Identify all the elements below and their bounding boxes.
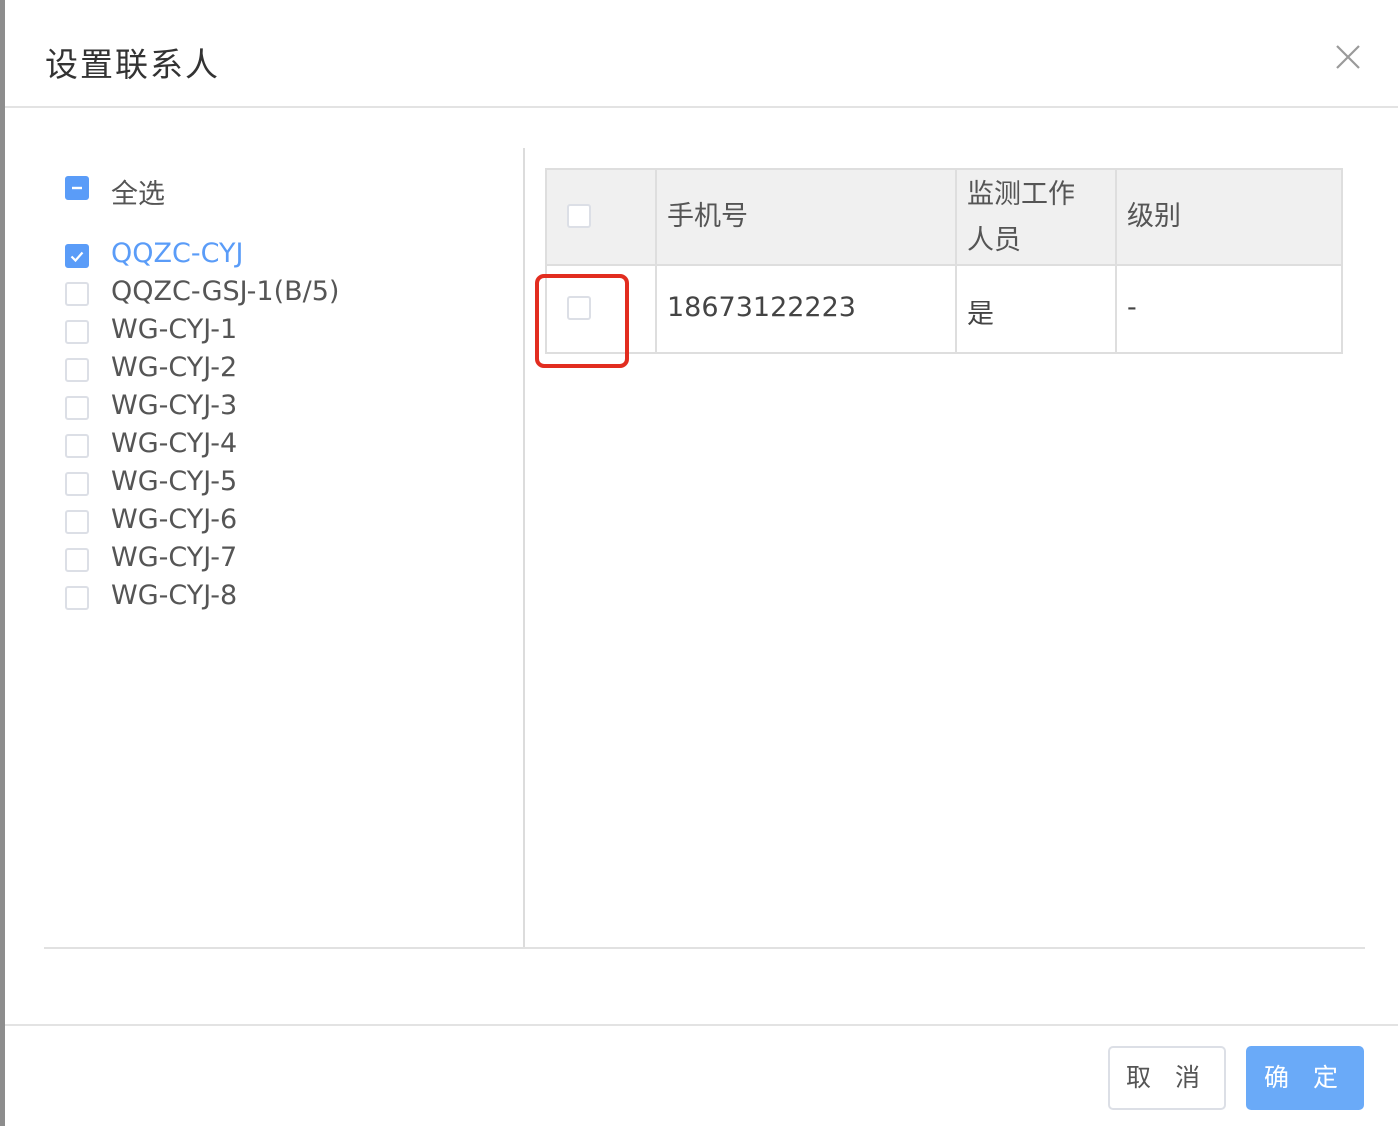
station-checkbox[interactable] — [65, 396, 89, 420]
station-label[interactable]: WG-CYJ-1 — [111, 314, 237, 345]
footer-divider — [5, 1024, 1398, 1026]
station-label[interactable]: WG-CYJ-8 — [111, 580, 237, 611]
minus-icon — [72, 186, 82, 190]
station-checkbox[interactable] — [65, 548, 89, 572]
station-label[interactable]: WG-CYJ-2 — [111, 352, 237, 383]
station-label[interactable]: WG-CYJ-7 — [111, 542, 237, 573]
station-checkbox[interactable] — [65, 320, 89, 344]
station-checkbox[interactable] — [65, 434, 89, 458]
check-icon — [70, 251, 84, 263]
contacts-table: 手机号 监测工作 人员 级别 18673122223 是 - — [545, 168, 1343, 354]
content-divider — [44, 947, 1365, 949]
station-checkbox[interactable] — [65, 244, 89, 268]
close-icon[interactable] — [1331, 40, 1365, 74]
contacts-panel: 手机号 监测工作 人员 级别 18673122223 是 - — [525, 148, 1365, 948]
station-checkbox[interactable] — [65, 510, 89, 534]
station-list-panel: 全选 QQZC-CYJ QQZC-GSJ-1(B/5) WG-CYJ-1 WG-… — [5, 148, 525, 948]
station-label[interactable]: WG-CYJ-3 — [111, 390, 237, 421]
column-divider — [955, 170, 957, 352]
column-divider — [1341, 170, 1343, 352]
column-header-monitor-line1: 监测工作 — [967, 179, 1075, 210]
column-divider — [1115, 170, 1117, 352]
station-checkbox[interactable] — [65, 282, 89, 306]
station-label[interactable]: QQZC-GSJ-1(B/5) — [111, 276, 339, 307]
header-select-all-checkbox[interactable] — [567, 204, 591, 228]
column-header-phone: 手机号 — [667, 201, 748, 232]
highlight-annotation-box — [535, 274, 629, 368]
station-label[interactable]: QQZC-CYJ — [111, 238, 243, 269]
dialog-title: 设置联系人 — [45, 45, 220, 84]
column-header-monitor-line2: 人员 — [967, 225, 1021, 256]
select-all-checkbox[interactable] — [65, 176, 89, 200]
station-checkbox[interactable] — [65, 358, 89, 382]
station-checkbox[interactable] — [65, 586, 89, 610]
station-label[interactable]: WG-CYJ-4 — [111, 428, 237, 459]
station-label[interactable]: WG-CYJ-6 — [111, 504, 237, 535]
cancel-button[interactable]: 取 消 — [1108, 1046, 1226, 1110]
select-all-label: 全选 — [111, 179, 165, 210]
confirm-button[interactable]: 确 定 — [1246, 1046, 1364, 1110]
set-contacts-dialog: 设置联系人 全选 QQZC-CYJ QQZC-GSJ-1(B/5) WG-CYJ… — [5, 0, 1398, 1126]
monitor-cell: 是 — [967, 299, 994, 330]
dialog-header: 设置联系人 — [5, 0, 1398, 108]
phone-cell: 18673122223 — [667, 292, 856, 323]
level-cell: - — [1127, 292, 1137, 323]
station-checkbox[interactable] — [65, 472, 89, 496]
column-header-level: 级别 — [1127, 201, 1181, 232]
station-label[interactable]: WG-CYJ-5 — [111, 466, 237, 497]
table-header: 手机号 监测工作 人员 级别 — [547, 170, 1341, 266]
column-divider — [655, 170, 657, 352]
